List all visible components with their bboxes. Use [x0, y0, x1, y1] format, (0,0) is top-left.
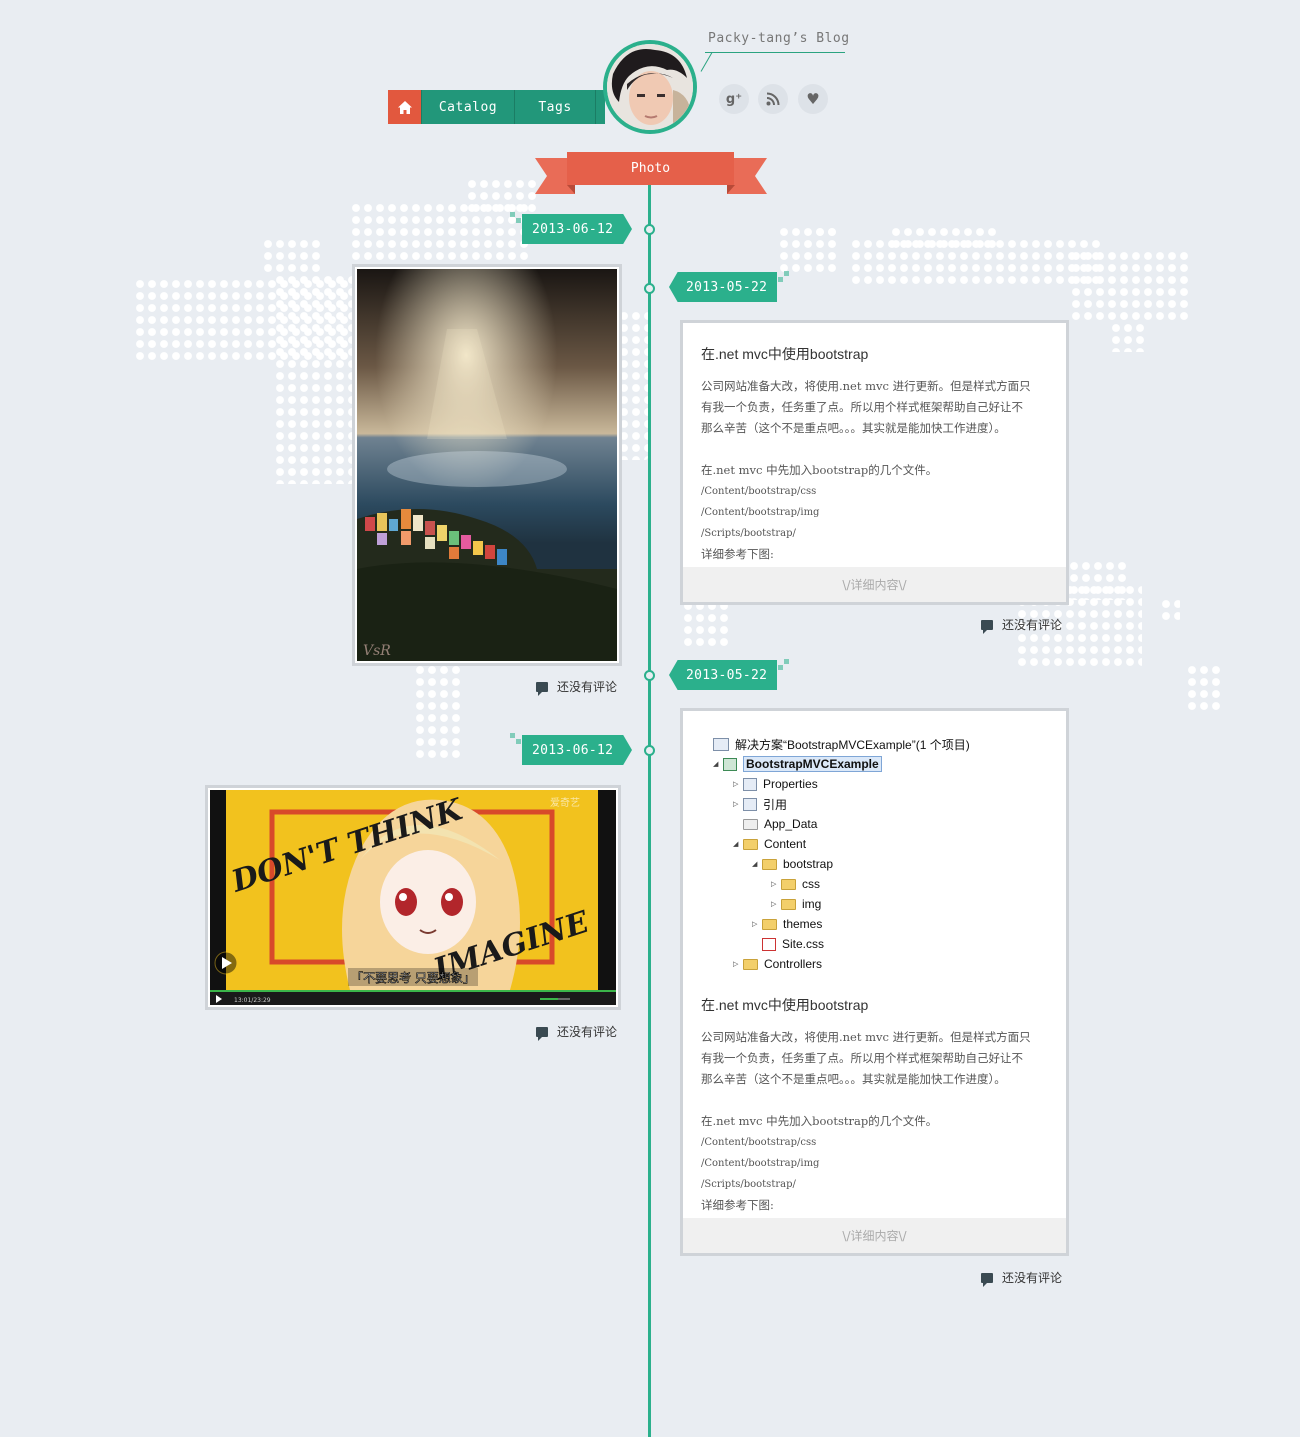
home-icon [397, 100, 412, 114]
landscape-photo[interactable]: VsR [357, 269, 617, 661]
post-excerpt: 公司网站准备大改，将使用.net mvc 进行更新。但是样式方面只 有我一个负责… [701, 379, 1031, 561]
expanded-arrow-icon: ◢ [713, 761, 719, 768]
comment-count: 还没有评论 [557, 1025, 618, 1039]
comment-icon [536, 681, 548, 696]
folder-icon [743, 958, 758, 970]
tree-item: 引用 [763, 797, 788, 812]
title-connector [700, 52, 713, 72]
post-card: 解决方案“BootstrapMVCExample”(1 个项目) ◢ Boots… [680, 708, 1069, 1256]
svg-text:VsR: VsR [363, 643, 391, 659]
date-tag: 2013-05-22 [669, 272, 777, 302]
solution-root: 解决方案“BootstrapMVCExample”(1 个项目) [735, 737, 970, 752]
comment-count: 还没有评论 [1002, 1271, 1063, 1285]
tree-item: Site.css [782, 937, 825, 951]
properties-icon [743, 777, 757, 791]
comment-count: 还没有评论 [557, 680, 618, 694]
tree-item: Controllers [764, 957, 823, 971]
folder-icon [781, 878, 796, 890]
post-card: 在.net mvc中使用bootstrap 公司网站准备大改，将使用.net m… [680, 320, 1069, 605]
title-underline [705, 52, 845, 53]
comment-count: 还没有评论 [1002, 618, 1063, 632]
tree-item: Content [764, 837, 807, 851]
folder-icon [762, 918, 777, 930]
video-watermark: 爱奇艺 [550, 796, 580, 809]
post-title[interactable]: 在.net mvc中使用bootstrap [701, 995, 868, 1015]
post-title[interactable]: 在.net mvc中使用bootstrap [701, 344, 868, 364]
comment-icon [536, 1026, 548, 1041]
date-tag: 2013-05-22 [669, 660, 777, 690]
blog-title[interactable]: Packy-tang’s Blog [708, 31, 850, 46]
post-excerpt: 公司网站准备大改，将使用.net mvc 进行更新。但是样式方面只 有我一个负责… [701, 1030, 1031, 1212]
comment-icon [981, 1272, 993, 1287]
date-tag: 2013-06-12 [522, 735, 632, 765]
project-icon [723, 757, 737, 771]
rss-icon[interactable] [758, 84, 788, 114]
comment-link[interactable]: 还没有评论 [981, 616, 1063, 634]
solution-icon [713, 737, 729, 751]
read-more-button[interactable]: \/详细内容\/ [683, 567, 1066, 602]
tree-item: css [802, 877, 820, 891]
tree-item: img [802, 897, 822, 911]
nav-catalog[interactable]: Catalog [421, 90, 514, 124]
tree-item: Properties [763, 777, 818, 791]
read-more-button[interactable]: \/详细内容\/ [683, 1218, 1066, 1253]
tree-item: themes [783, 917, 823, 931]
avatar[interactable] [603, 40, 697, 134]
video-card[interactable]: DON'T THINK IMAGINE 爱奇艺 「不要思考 只要想象」 13:0… [205, 785, 621, 1010]
timeline-node [644, 224, 655, 235]
folder-icon [743, 818, 758, 830]
video-time: 13:01/23:29 [234, 997, 271, 1004]
project-node: BootstrapMVCExample [743, 756, 882, 772]
heart-icon[interactable]: ♥ [798, 84, 828, 114]
main-nav: Catalog Tags [388, 90, 605, 124]
css-file-icon [762, 937, 776, 951]
video-thumbnail[interactable]: DON'T THINK IMAGINE 爱奇艺 「不要思考 只要想象」 13:0… [210, 790, 616, 1005]
references-icon [743, 797, 757, 811]
timeline-node [644, 670, 655, 681]
date-tag: 2013-06-12 [522, 214, 632, 244]
home-button[interactable] [388, 90, 421, 124]
folder-open-icon [762, 858, 777, 870]
section-ribbon[interactable]: Photo [567, 152, 734, 185]
video-subtitle: 「不要思考 只要想象」 [351, 970, 475, 985]
timeline-node [644, 745, 655, 756]
avatar-photo [607, 44, 693, 130]
folder-icon [781, 898, 796, 910]
comment-icon [981, 619, 993, 634]
folder-open-icon [743, 838, 758, 850]
comment-link[interactable]: 还没有评论 [536, 678, 618, 696]
photo-card[interactable]: VsR [352, 264, 622, 666]
rss-glyph [766, 92, 780, 106]
nav-tags[interactable]: Tags [514, 90, 595, 124]
comment-link[interactable]: 还没有评论 [981, 1269, 1063, 1287]
tree-item: App_Data [764, 817, 818, 831]
google-plus-icon[interactable]: g⁺ [719, 84, 749, 114]
timeline-line [648, 185, 651, 1437]
comment-link[interactable]: 还没有评论 [536, 1023, 618, 1041]
tree-item: bootstrap [783, 857, 834, 871]
timeline-node [644, 283, 655, 294]
